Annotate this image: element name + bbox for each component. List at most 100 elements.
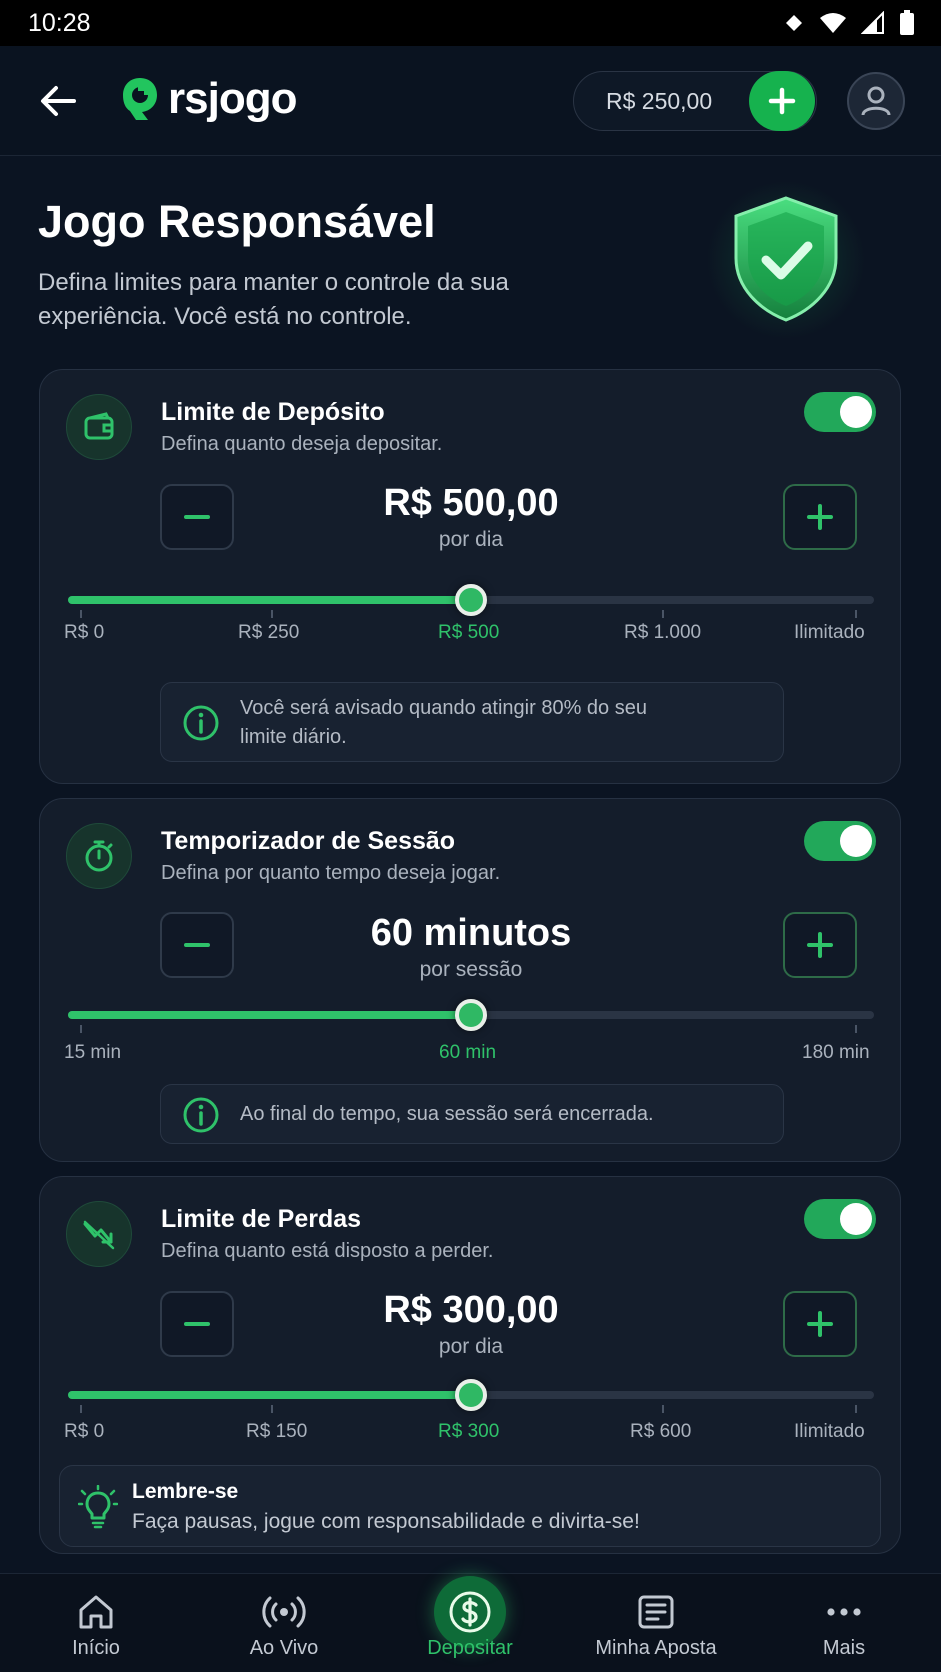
session-timer-value: 60 minutos — [370, 912, 572, 954]
plus-icon — [807, 932, 833, 958]
session-timer-title: Temporizador de Sessão — [161, 827, 456, 855]
deposit-limit-period: por dia — [438, 528, 504, 551]
add-funds-button[interactable] — [749, 71, 815, 131]
status-bar: 10:28 — [0, 0, 941, 46]
bet-slip-icon — [638, 1595, 674, 1629]
slider-fill — [68, 1391, 471, 1399]
home-icon — [79, 1595, 113, 1629]
tick-mark — [662, 610, 664, 618]
deposit-increase-button[interactable] — [783, 484, 857, 550]
toggle-knob — [840, 396, 872, 428]
back-button[interactable] — [36, 78, 82, 124]
shield-check-icon — [734, 196, 838, 322]
loss-limit-icon-wrap — [66, 1201, 132, 1267]
slider-thumb[interactable] — [455, 1379, 487, 1411]
page-title: Jogo Responsável — [38, 196, 436, 247]
nav-label: Mais — [822, 1637, 866, 1659]
slider-thumb[interactable] — [455, 999, 487, 1031]
loss-limit-toggle[interactable] — [804, 1199, 876, 1239]
nav-label: Minha Aposta — [595, 1637, 717, 1659]
reminder-title: Lembre-se — [132, 1480, 239, 1503]
battery-icon — [900, 10, 914, 35]
tick-label: 180 min — [802, 1042, 870, 1063]
page-subtitle: Defina limites para manter o controle da… — [38, 269, 509, 330]
logo-text: rsjogo — [168, 74, 297, 123]
logo: rsjogo — [120, 74, 297, 124]
session-timer-toggle[interactable] — [804, 821, 876, 861]
plus-icon — [807, 1311, 833, 1337]
nav-label: Ao Vivo — [249, 1637, 319, 1659]
tick-mark — [662, 1405, 664, 1413]
loss-limit-value: R$ 300,00 — [383, 1289, 559, 1331]
nav-item-inicio[interactable]: Início — [6, 1574, 186, 1672]
nav-item-mais[interactable]: Mais — [754, 1574, 934, 1672]
tick-label: R$ 150 — [246, 1421, 308, 1442]
deposit-limit-slider[interactable] — [68, 584, 874, 616]
tick-label: Ilimitado — [794, 622, 865, 643]
deposit-limit-description: Defina quanto deseja depositar. — [161, 433, 443, 455]
status-icons — [783, 10, 915, 36]
info-icon — [183, 705, 219, 741]
deposit-limit-card: Limite de Depósito Defina quanto deseja … — [39, 369, 901, 784]
session-timer-slider[interactable] — [68, 999, 874, 1031]
reminder-text: Faça pausas, jogue com responsabilidade … — [132, 1510, 640, 1533]
more-dots-icon — [827, 1608, 861, 1616]
loss-limit-card: Limite de Perdas Defina quanto está disp… — [39, 1176, 901, 1554]
tick-mark — [80, 1405, 82, 1413]
tick-label: R$ 600 — [630, 1421, 692, 1442]
loss-limit-slider[interactable] — [68, 1379, 874, 1411]
slider-fill — [68, 596, 471, 604]
tick-label: R$ 1.000 — [624, 622, 702, 643]
session-timer-icon-wrap — [66, 823, 132, 889]
tick-mark — [855, 1025, 857, 1033]
loss-limit-period: por dia — [438, 1335, 504, 1358]
status-time: 10:28 — [28, 8, 91, 37]
signal-icon — [861, 11, 884, 34]
tick-mark — [271, 610, 273, 618]
deposit-info-box: Você será avisado quando atingir 80% do … — [160, 682, 784, 762]
deposit-info-text: Você será avisado quando atingir 80% do … — [240, 697, 647, 748]
nav-item-depositar[interactable]: Depositar — [380, 1574, 560, 1672]
arrow-left-icon — [41, 86, 76, 116]
nav-item-ao-vivo[interactable]: Ao Vivo — [194, 1574, 374, 1672]
balance-amount: R$ 250,00 — [606, 87, 713, 114]
tick-mark — [855, 1405, 857, 1413]
info-icon — [183, 1097, 219, 1133]
tick-label: 60 min — [439, 1042, 497, 1063]
nav-label: Início — [72, 1637, 120, 1659]
deposit-limit-icon-wrap — [66, 394, 132, 460]
tick-mark — [80, 1025, 82, 1033]
session-timer-period: por sessão — [419, 958, 523, 981]
tick-label: R$ 0 — [64, 622, 105, 643]
toggle-knob — [840, 1203, 872, 1235]
slider-fill — [68, 1011, 471, 1019]
loss-increase-button[interactable] — [783, 1291, 857, 1357]
tick-label: R$ 300 — [438, 1421, 500, 1442]
bottom-nav: Início Ao Vivo Depositar Minha Aposta Ma… — [0, 1573, 941, 1672]
lightbulb-icon — [78, 1485, 118, 1529]
tick-mark — [855, 610, 857, 618]
loss-limit-description: Defina quanto está disposto a perder. — [161, 1240, 494, 1262]
dollar-coin-icon — [449, 1591, 491, 1633]
session-info-box: Ao final do tempo, sua sessão será encer… — [160, 1084, 784, 1144]
tick-mark — [271, 1405, 273, 1413]
deposit-limit-title: Limite de Depósito — [161, 398, 385, 426]
trending-down-icon — [83, 1220, 115, 1250]
avatar[interactable] — [847, 72, 905, 130]
live-broadcast-icon — [262, 1596, 306, 1628]
tick-label: Ilimitado — [794, 1421, 865, 1442]
toggle-knob — [840, 825, 872, 857]
session-increase-button[interactable] — [783, 912, 857, 978]
nav-item-minha-aposta[interactable]: Minha Aposta — [566, 1574, 746, 1672]
wifi-icon — [820, 13, 846, 33]
deposit-limit-toggle[interactable] — [804, 392, 876, 432]
session-timer-description: Defina por quanto tempo deseja jogar. — [161, 862, 501, 884]
plus-icon — [768, 87, 796, 115]
nav-label: Depositar — [427, 1637, 513, 1659]
tick-mark — [80, 610, 82, 618]
reminder-box: Lembre-se Faça pausas, jogue com respons… — [59, 1465, 881, 1547]
tick-label: R$ 500 — [438, 622, 500, 643]
slider-thumb[interactable] — [455, 584, 487, 616]
stopwatch-icon — [85, 840, 113, 872]
session-info-text: Ao final do tempo, sua sessão será encer… — [240, 1103, 654, 1125]
